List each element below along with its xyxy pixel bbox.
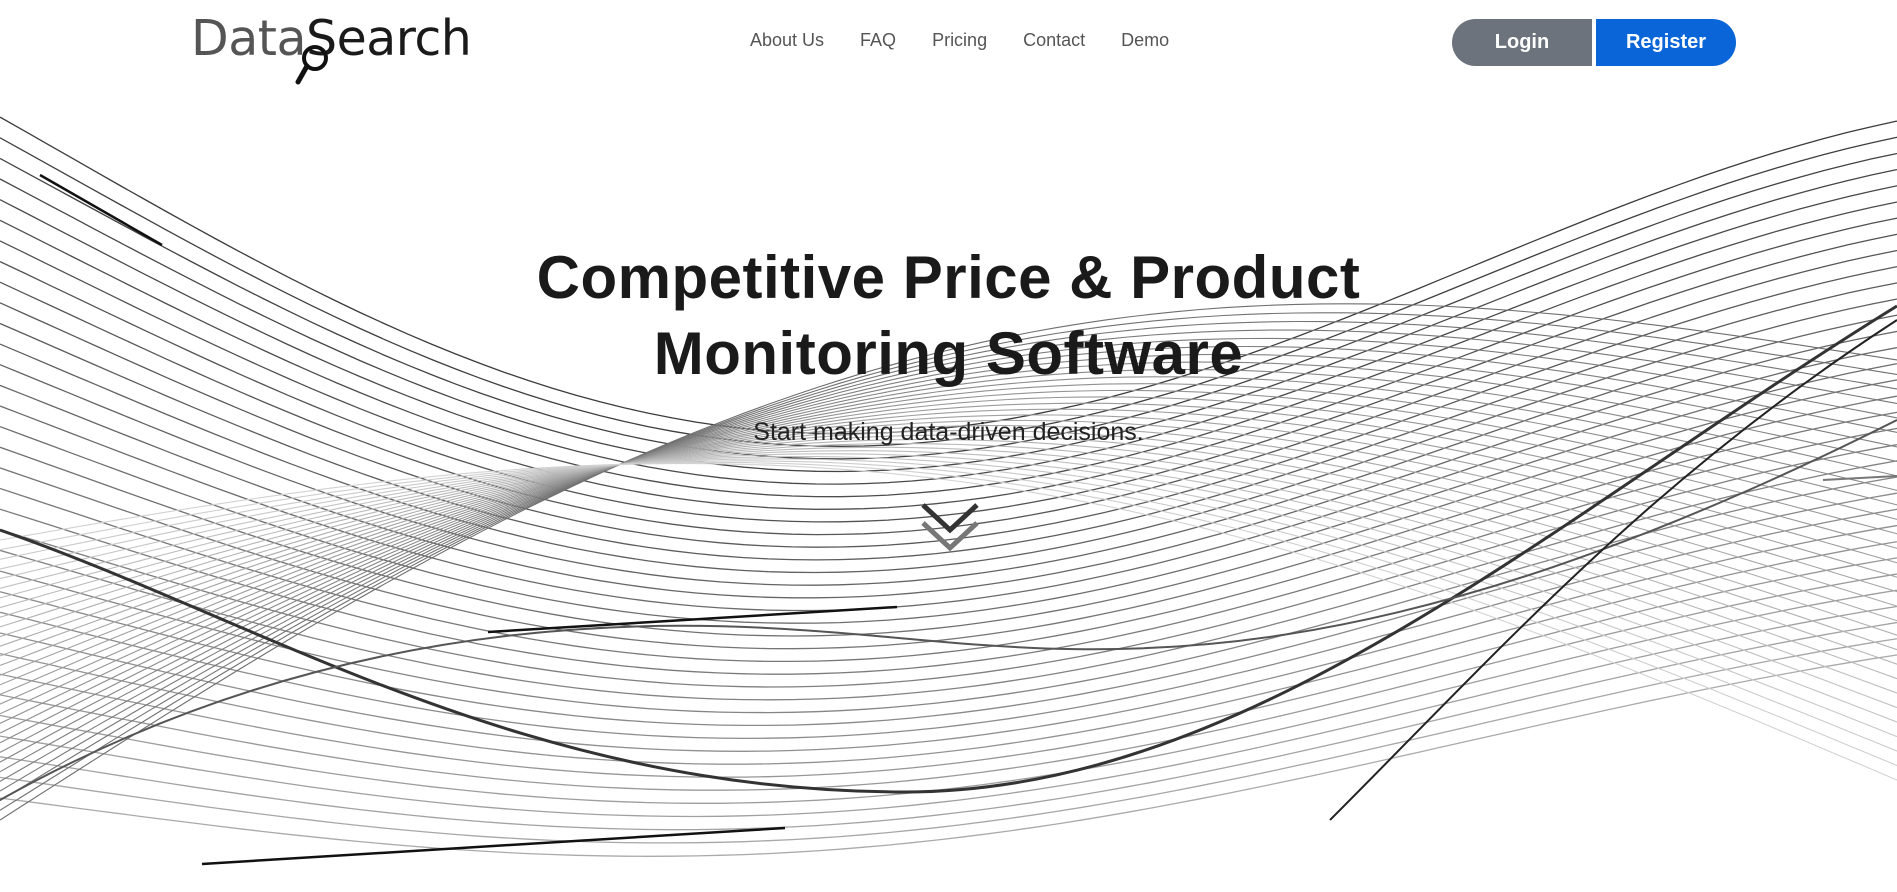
site-header: DataSearch About Us FAQ Pricing Contact … bbox=[0, 0, 1897, 85]
logo-word-second: Search bbox=[306, 10, 472, 67]
hero-title-line-1: Competitive Price & Product bbox=[536, 244, 1361, 311]
landing-page: DataSearch About Us FAQ Pricing Contact … bbox=[0, 0, 1897, 892]
hero-title-line-2: Monitoring Software bbox=[653, 320, 1244, 387]
hero-title: Competitive Price & Product Monitoring S… bbox=[499, 240, 1399, 392]
wave-line bbox=[487, 605, 898, 634]
wave-line bbox=[0, 605, 1897, 818]
nav-link-about-us[interactable]: About Us bbox=[750, 30, 824, 54]
register-button[interactable]: Register bbox=[1596, 19, 1736, 66]
hero-section: Competitive Price & Product Monitoring S… bbox=[0, 240, 1897, 447]
nav-link-faq[interactable]: FAQ bbox=[860, 30, 896, 54]
magnifier-icon bbox=[295, 45, 328, 85]
logo-wordmark: DataSearch bbox=[191, 14, 472, 63]
logo-word-first: Data bbox=[191, 10, 307, 67]
nav-link-contact[interactable]: Contact bbox=[1023, 30, 1085, 54]
double-chevron-down-icon[interactable] bbox=[920, 500, 980, 556]
nav-link-pricing[interactable]: Pricing bbox=[932, 30, 987, 54]
hero-subtitle: Start making data-driven decisions. bbox=[753, 418, 1144, 446]
nav-link-demo[interactable]: Demo bbox=[1121, 30, 1169, 54]
wave-line bbox=[0, 589, 1897, 804]
wave-line bbox=[201, 826, 786, 866]
main-nav: About Us FAQ Pricing Contact Demo bbox=[750, 30, 1205, 54]
login-button[interactable]: Login bbox=[1452, 19, 1592, 66]
wave-line bbox=[0, 654, 1897, 857]
site-logo[interactable]: DataSearch bbox=[191, 10, 472, 85]
